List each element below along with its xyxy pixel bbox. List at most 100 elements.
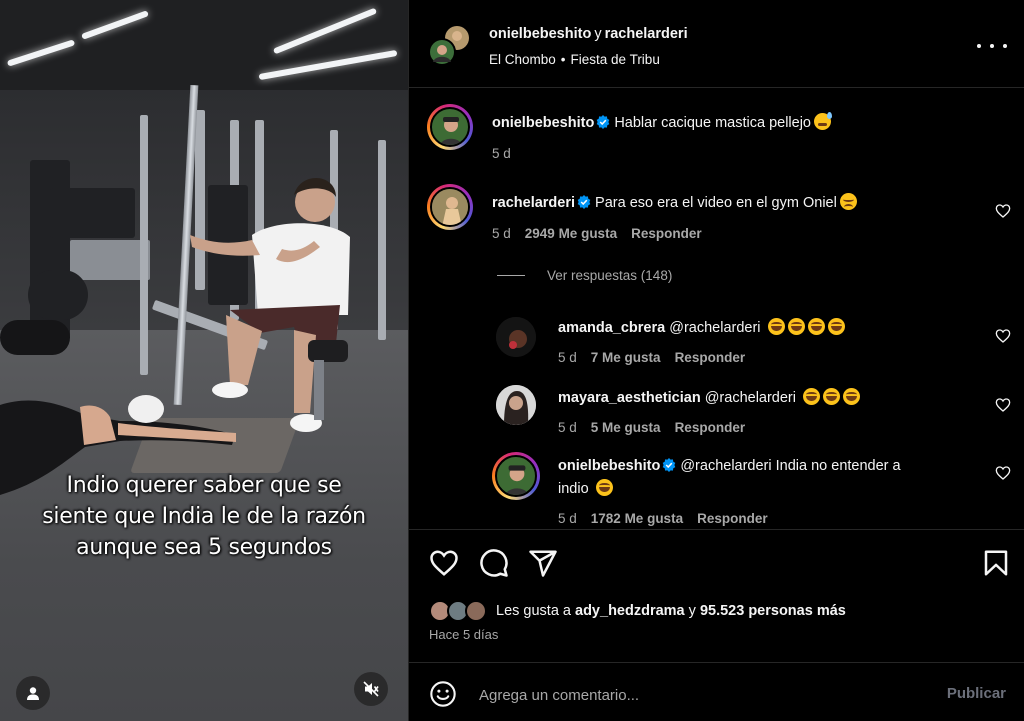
avatar[interactable] (427, 184, 473, 230)
reply-meta: 5 d 7 Me gusta Responder (558, 350, 759, 365)
video-caption-line: aunque sea 5 segundos (76, 535, 332, 560)
avatar-image (439, 117, 463, 145)
audio-info: El Chombo • Fiesta de Tribu (489, 52, 660, 67)
likes-prefix: Les gusta a (496, 603, 571, 619)
audio-artist-link[interactable]: El Chombo (489, 52, 556, 67)
profile-icon (27, 687, 39, 700)
comment-username[interactable]: rachelarderi (492, 195, 575, 211)
reply-text: @rachelarderi India no entender a (680, 458, 901, 474)
avatar[interactable] (496, 317, 536, 357)
tagged-users-button[interactable] (16, 676, 50, 710)
reply-text[interactable]: @rachelarderi (705, 390, 796, 406)
reply-button[interactable]: Responder (697, 511, 768, 526)
divider (409, 529, 1024, 530)
comment-meta: 5 d 2949 Me gusta Responder (492, 226, 716, 241)
video-caption: Indio querer saber que se siente que Ind… (0, 470, 408, 563)
author-link[interactable]: onielbebeshito (489, 26, 591, 42)
reply-body: onielbebeshito @rachelarderi India no ent… (558, 455, 901, 477)
video-caption-line: Indio querer saber que se (66, 473, 342, 498)
reply-time[interactable]: 5 d (558, 350, 577, 365)
heart-icon[interactable] (995, 397, 1011, 413)
emoji-joy (595, 479, 613, 496)
avatar[interactable] (496, 385, 536, 425)
comment-meta: 5 d (492, 146, 525, 161)
heart-icon[interactable] (995, 203, 1011, 219)
author-link[interactable]: rachelarderi (605, 26, 688, 42)
heart-icon[interactable] (995, 465, 1011, 481)
reply-meta: 5 d 1782 Me gusta Responder (558, 511, 782, 526)
gym-machine-frame (378, 140, 386, 340)
verified-icon (663, 458, 676, 472)
comment-icon[interactable] (479, 548, 509, 578)
post-timestamp[interactable]: Hace 5 días (429, 627, 498, 642)
reply-body: mayara_aesthetician @rachelarderi (558, 387, 861, 409)
reply-meta: 5 d 5 Me gusta Responder (558, 420, 759, 435)
heart-icon[interactable] (995, 328, 1011, 344)
share-icon[interactable] (528, 548, 558, 578)
comment-time[interactable]: 5 d (492, 146, 511, 161)
reply-body-continued: indio (558, 478, 613, 500)
emoji-joy (827, 318, 845, 335)
comment-text: Para eso era el video en el gym Oniel (595, 195, 837, 211)
gym-machine-frame (140, 115, 148, 375)
avatar[interactable] (427, 104, 473, 150)
gym-machine (70, 240, 150, 280)
comment-time[interactable]: 5 d (492, 226, 511, 241)
avatar-image (505, 465, 529, 495)
more-options-button[interactable] (977, 36, 1007, 56)
reply-likes[interactable]: 1782 Me gusta (591, 511, 683, 526)
reply-time[interactable]: 5 d (558, 511, 577, 526)
reply-text[interactable]: @rachelarderi (669, 320, 760, 336)
likes-summary: Les gusta a ady_hedzdrama y 95.523 perso… (429, 600, 846, 622)
avatar[interactable] (492, 452, 540, 500)
mute-icon (363, 681, 379, 697)
verified-icon (597, 115, 610, 129)
likes-others[interactable]: 95.523 personas más (700, 603, 846, 619)
emoji-joy (807, 318, 825, 335)
comment-input[interactable] (479, 682, 919, 708)
emoji-icon[interactable] (429, 680, 457, 708)
more-icon (977, 44, 981, 48)
reply-button[interactable]: Responder (675, 420, 746, 435)
reply-username[interactable]: amanda_cbrera (558, 320, 665, 336)
collab-avatars[interactable] (427, 24, 471, 68)
avatar-image (496, 385, 536, 425)
divider (409, 662, 1024, 663)
reply-button[interactable]: Responder (675, 350, 746, 365)
view-replies-line (497, 275, 525, 276)
reply-username[interactable]: onielbebeshito (558, 458, 660, 474)
liker-avatars[interactable] (429, 600, 491, 622)
likes-connector: y (688, 603, 696, 619)
comment-likes[interactable]: 2949 Me gusta (525, 226, 617, 241)
avatar-image (432, 189, 468, 225)
post-panel: onielbebeshito y rachelarderi El Chombo • Fi… (408, 0, 1024, 721)
reply-body: amanda_cbrera @rachelarderi (558, 317, 845, 339)
comment-body: onielbebeshito Hablar cacique mastica pel… (492, 112, 832, 134)
video-player[interactable]: Indio querer saber que se siente que Ind… (0, 0, 408, 721)
avatar-image (496, 317, 536, 357)
reply-likes[interactable]: 7 Me gusta (591, 350, 661, 365)
heart-icon[interactable] (429, 548, 459, 578)
view-replies-label: Ver respuestas (148) (547, 268, 673, 283)
reply-username[interactable]: mayara_aesthetician (558, 390, 701, 406)
view-replies-button[interactable]: Ver respuestas (148) (497, 268, 672, 283)
bookmark-icon[interactable] (981, 548, 1011, 578)
audio-separator: • (560, 52, 566, 67)
emoji-joy (787, 318, 805, 335)
reply-likes[interactable]: 5 Me gusta (591, 420, 661, 435)
emoji-sweat-smile (813, 112, 832, 130)
audio-song-link[interactable]: Fiesta de Tribu (571, 52, 660, 67)
person-on-bench (190, 177, 350, 432)
liker-username[interactable]: ady_hedzdrama (575, 603, 685, 619)
emoji-disappointed (839, 193, 857, 210)
more-icon (990, 44, 994, 48)
emoji-joy (803, 388, 821, 405)
post-header: onielbebeshito y rachelarderi El Chombo • Fi… (409, 0, 1024, 88)
floor-cables (0, 320, 70, 355)
comment-username[interactable]: onielbebeshito (492, 115, 594, 131)
mute-button[interactable] (354, 672, 388, 706)
reply-button[interactable]: Responder (631, 226, 702, 241)
post-authors: onielbebeshito y rachelarderi (489, 26, 688, 42)
reply-time[interactable]: 5 d (558, 420, 577, 435)
publish-button[interactable]: Publicar (947, 685, 1006, 702)
